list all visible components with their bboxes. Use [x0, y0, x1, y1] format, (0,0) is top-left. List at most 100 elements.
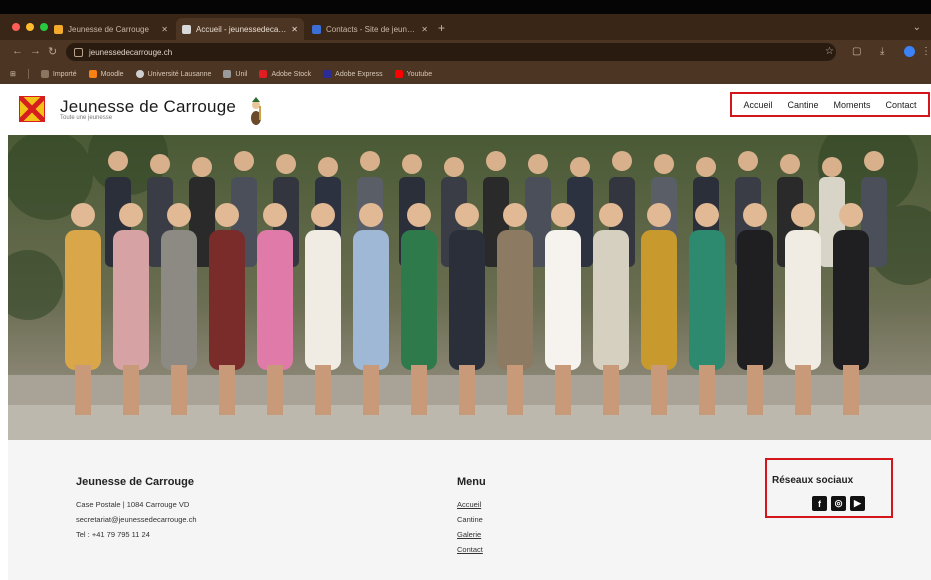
- footer-link-cantine[interactable]: Cantine: [457, 515, 483, 524]
- social-networks-title: Réseaux sociaux: [772, 475, 854, 486]
- person-legs: [459, 365, 475, 415]
- person-legs: [747, 365, 763, 415]
- university-icon: [135, 70, 144, 78]
- folder-icon: [40, 70, 49, 78]
- person-front-row: [497, 230, 533, 370]
- adobe-icon: [259, 70, 268, 78]
- forward-icon[interactable]: →: [30, 45, 41, 57]
- person-head: [263, 203, 287, 227]
- bookmark-moodle[interactable]: Moodle: [88, 70, 124, 78]
- mascot-logo-icon: [251, 97, 261, 125]
- person-legs: [171, 365, 187, 415]
- bookmark-youtube[interactable]: Youtube: [394, 70, 432, 78]
- person-head: [599, 203, 623, 227]
- person-legs: [411, 365, 427, 415]
- youtube-icon[interactable]: ▶: [850, 496, 865, 511]
- minimize-window-button[interactable]: [26, 23, 34, 31]
- person-head: [738, 151, 758, 171]
- footer-phone[interactable]: Tel : +41 79 795 11 24: [76, 530, 150, 539]
- bookmark-adobe-express[interactable]: Adobe Express: [323, 70, 383, 78]
- footer-email[interactable]: secretariat@jeunessedecarrouge.ch: [76, 515, 197, 524]
- person-head: [234, 151, 254, 171]
- reload-icon[interactable]: ↻: [48, 45, 57, 58]
- menu-kebab-icon[interactable]: ⋮: [921, 46, 931, 57]
- person-front-row: [833, 230, 869, 370]
- main-nav: Accueil Cantine Moments Contact: [730, 92, 930, 117]
- downloads-icon[interactable]: ⤓: [880, 46, 884, 57]
- person-head: [612, 151, 632, 171]
- profile-avatar-icon[interactable]: [904, 46, 915, 57]
- person-head: [359, 203, 383, 227]
- person-legs: [507, 365, 523, 415]
- person-front-row: [65, 230, 101, 370]
- nav-link-moments[interactable]: Moments: [833, 100, 870, 110]
- close-tab-icon[interactable]: ✕: [291, 25, 298, 34]
- person-front-row: [113, 230, 149, 370]
- moodle-icon: [88, 70, 97, 78]
- person-head: [455, 203, 479, 227]
- carrouge-coat-of-arms-icon[interactable]: [19, 96, 45, 122]
- footer-link-contact[interactable]: Contact: [457, 545, 483, 554]
- apps-grid-icon[interactable]: ⊞: [10, 70, 16, 78]
- nav-link-cantine[interactable]: Cantine: [787, 100, 818, 110]
- group-photo-image: [8, 135, 931, 440]
- unil-icon: [223, 70, 232, 78]
- person-front-row: [737, 230, 773, 370]
- nav-link-accueil[interactable]: Accueil: [743, 100, 772, 110]
- instagram-icon[interactable]: ◎: [831, 496, 846, 511]
- facebook-icon[interactable]: f: [812, 496, 827, 511]
- person-legs: [843, 365, 859, 415]
- person-front-row: [257, 230, 293, 370]
- person-head: [696, 157, 716, 177]
- bookmark-universite[interactable]: Université Lausanne: [135, 70, 211, 78]
- tab-strip: Jeunesse de Carrouge ✕ Accueil - jeuness…: [0, 14, 931, 40]
- person-head: [839, 203, 863, 227]
- person-front-row: [641, 230, 677, 370]
- browser-tab-1[interactable]: Jeunesse de Carrouge ✕: [48, 18, 174, 40]
- footer-link-galerie[interactable]: Galerie: [457, 530, 481, 539]
- site-info-icon[interactable]: [74, 47, 83, 57]
- bookmark-separator: [27, 69, 29, 79]
- bookmark-imported[interactable]: Importé: [40, 70, 77, 78]
- maximize-window-button[interactable]: [40, 23, 48, 31]
- person-head: [780, 154, 800, 174]
- social-networks-box: Réseaux sociaux f ◎ ▶: [765, 458, 893, 518]
- site-header: Jeunesse de Carrouge Toute une jeunesse …: [8, 84, 931, 135]
- person-head: [276, 154, 296, 174]
- bookmarks-bar: ⊞ Importé Moodle Université Lausanne Uni…: [0, 64, 931, 84]
- person-head: [743, 203, 767, 227]
- footer-menu-title: Menu: [457, 476, 486, 488]
- person-front-row: [401, 230, 437, 370]
- hero-group-photo: [8, 135, 931, 440]
- bookmark-star-icon[interactable]: ☆: [825, 46, 834, 57]
- site-footer: Jeunesse de Carrouge Case Postale | 1084…: [8, 440, 931, 580]
- site-title[interactable]: Jeunesse de Carrouge: [60, 97, 236, 117]
- person-front-row: [689, 230, 725, 370]
- person-front-row: [209, 230, 245, 370]
- person-legs: [795, 365, 811, 415]
- address-row: ← → ↻ jeunessedecarrouge.ch ☆ ▢ ⤓ ⋮: [0, 40, 931, 64]
- youtube-icon: [394, 70, 403, 78]
- new-tab-icon[interactable]: +: [438, 21, 445, 35]
- close-tab-icon[interactable]: ✕: [161, 25, 168, 34]
- site-favicon-icon: [312, 24, 321, 34]
- browser-tab-3[interactable]: Contacts - Site de jeunesse de Carrouge …: [306, 18, 434, 40]
- person-head: [647, 203, 671, 227]
- person-head: [551, 203, 575, 227]
- browser-tab-2[interactable]: Accueil - jeunessedecarrouge.ch ✕: [176, 18, 304, 40]
- close-tab-icon[interactable]: ✕: [421, 25, 428, 34]
- bookmark-unil[interactable]: Unil: [223, 70, 247, 78]
- footer-link-accueil[interactable]: Accueil: [457, 500, 481, 509]
- close-window-button[interactable]: [12, 23, 20, 31]
- extensions-icon[interactable]: ▢: [852, 46, 861, 57]
- screen-top-bar: [0, 0, 931, 14]
- footer-address: Case Postale | 1084 Carrouge VD: [76, 500, 190, 509]
- person-head: [318, 157, 338, 177]
- person-legs: [363, 365, 379, 415]
- bookmark-adobe-stock[interactable]: Adobe Stock: [259, 70, 311, 78]
- person-legs: [267, 365, 283, 415]
- tab-search-icon[interactable]: ⌄: [913, 22, 921, 33]
- back-icon[interactable]: ←: [12, 45, 23, 57]
- address-bar[interactable]: jeunessedecarrouge.ch: [66, 43, 836, 61]
- nav-link-contact[interactable]: Contact: [885, 100, 916, 110]
